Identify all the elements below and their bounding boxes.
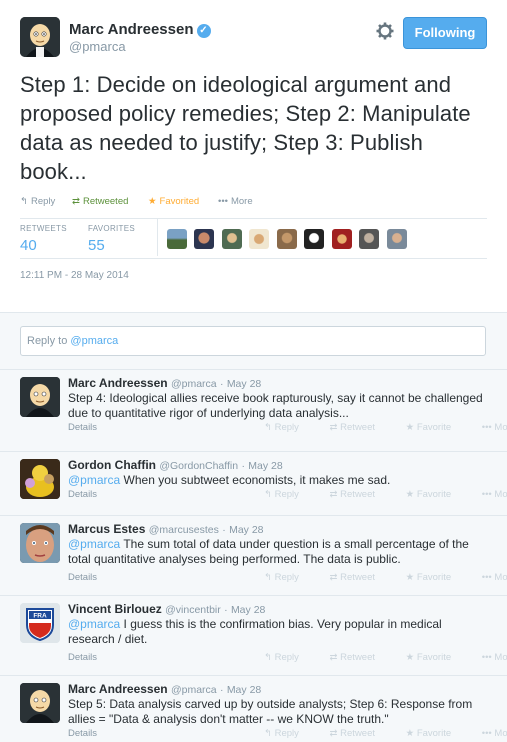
reply-tweet[interactable]: Marc Andreessen @pmarca · May 28 Step 5:… (0, 675, 507, 742)
favorite-action[interactable]: ★ Favorite (406, 572, 465, 583)
more-action[interactable]: ••• More (482, 652, 507, 663)
reply-header: Marcus Estes @marcusestes · May 28 (68, 522, 264, 536)
tweet-stats: RETWEETS 40 FAVORITES 55 (20, 218, 487, 256)
details-link[interactable]: Details (68, 728, 97, 739)
favoriter-avatar[interactable] (194, 229, 215, 249)
reply-actions: ↰ Reply ⇄ Retweet ★ Favorite ••• More (264, 572, 507, 583)
reply-text: @pmarca The sum total of data under ques… (68, 537, 469, 566)
favoriter-avatar[interactable] (249, 229, 270, 249)
divider (20, 258, 487, 259)
retweet-action[interactable]: ⇄ Retweeted (72, 196, 128, 207)
favorites-stat[interactable]: FAVORITES 55 (88, 224, 135, 254)
details-link[interactable]: Details (68, 572, 97, 583)
favorite-action[interactable]: ★ Favorite (406, 652, 465, 663)
reply-header: Marc Andreessen @pmarca · May 28 (68, 376, 262, 390)
favoriter-avatar[interactable] (331, 229, 352, 249)
tweet-actions: ↰ Reply ⇄ Retweeted ★ Favorited ••• More (20, 196, 487, 210)
replies-section: Reply to @pmarca Marc Andreessen @pmarca… (0, 312, 507, 742)
favorite-action[interactable]: ★ Favorite (406, 728, 465, 739)
reply-action[interactable]: ↰ Reply (264, 489, 313, 500)
favoriter-avatar[interactable] (276, 229, 297, 249)
reply-tweet[interactable]: Marc Andreessen @pmarca · May 28 Step 4:… (0, 369, 507, 434)
reply-text: Step 4: Ideological allies receive book … (68, 391, 483, 420)
reply-avatar[interactable] (20, 459, 60, 499)
favoriter-avatar[interactable] (221, 229, 242, 249)
reply-avatar[interactable] (20, 683, 60, 723)
favoriter-avatar[interactable] (304, 229, 325, 249)
reply-input[interactable]: Reply to @pmarca (20, 326, 486, 356)
reply-actions: ↰ Reply ⇄ Retweet ★ Favorite ••• More (264, 489, 507, 500)
divider (20, 218, 487, 219)
reply-avatar[interactable] (20, 523, 60, 563)
reply-avatar[interactable] (20, 377, 60, 417)
reply-avatar[interactable]: FRA (20, 603, 60, 643)
reply-tweet[interactable]: FRA Vincent Birlouez @vincentbir · May 2… (0, 595, 507, 675)
tweet-text: Step 1: Decide on ideological argument a… (20, 72, 471, 184)
favoriter-avatar[interactable] (167, 229, 187, 249)
favorite-action[interactable]: ★ Favorite (406, 422, 465, 433)
author-name[interactable]: Marc Andreessen ✓ (69, 21, 211, 38)
favorite-action[interactable]: ★ Favorited (148, 196, 199, 207)
more-action[interactable]: ••• More (218, 196, 253, 207)
reply-text: @pmarca When you subtweet economists, it… (68, 473, 391, 487)
more-action[interactable]: ••• More (482, 422, 507, 433)
reply-tweet[interactable]: Gordon Chaffin @GordonChaffin · May 28 @… (0, 451, 507, 515)
reply-header: Gordon Chaffin @GordonChaffin · May 28 (68, 458, 283, 472)
reply-tweet[interactable]: Marcus Estes @marcusestes · May 28 @pmar… (0, 515, 507, 595)
reply-action[interactable]: ↰ Reply (264, 728, 313, 739)
reply-text: Step 5: Data analysis carved up by outsi… (68, 697, 473, 726)
favoriter-avatar[interactable] (359, 229, 380, 249)
author-handle[interactable]: @pmarca (69, 39, 126, 54)
more-action[interactable]: ••• More (482, 489, 507, 500)
retweet-action[interactable]: ⇄ Retweet (330, 422, 389, 433)
retweet-action[interactable]: ⇄ Retweet (330, 572, 389, 583)
tweet-header: Marc Andreessen ✓ @pmarca Following (20, 17, 487, 59)
stat-separator (157, 218, 158, 256)
favorite-action[interactable]: ★ Favorite (406, 489, 465, 500)
reply-text: @pmarca I guess this is the confirmation… (68, 617, 442, 646)
retweet-action[interactable]: ⇄ Retweet (330, 652, 389, 663)
more-icon: ••• (218, 196, 228, 207)
reply-actions: ↰ Reply ⇄ Retweet ★ Favorite ••• More (264, 652, 507, 663)
reply-header: Marc Andreessen @pmarca · May 28 (68, 682, 262, 696)
author-avatar[interactable] (20, 17, 60, 57)
reply-action[interactable]: ↰ Reply (264, 422, 313, 433)
gear-icon[interactable] (375, 21, 395, 41)
more-action[interactable]: ••• More (482, 728, 507, 739)
reply-action[interactable]: ↰ Reply (264, 572, 313, 583)
tweet-timestamp[interactable]: 12:11 PM - 28 May 2014 (20, 270, 129, 281)
star-icon: ★ (148, 196, 157, 207)
reply-icon: ↰ (20, 196, 28, 207)
details-link[interactable]: Details (68, 652, 97, 663)
more-action[interactable]: ••• More (482, 572, 507, 583)
retweet-action[interactable]: ⇄ Retweet (330, 489, 389, 500)
reply-actions: ↰ Reply ⇄ Retweet ★ Favorite ••• More (264, 422, 507, 433)
details-link[interactable]: Details (68, 489, 97, 500)
reply-action[interactable]: ↰ Reply (264, 652, 313, 663)
following-button[interactable]: Following (403, 17, 487, 49)
retweet-action[interactable]: ⇄ Retweet (330, 728, 389, 739)
favoriter-avatar[interactable] (386, 229, 407, 249)
reply-action[interactable]: ↰ Reply (20, 196, 55, 207)
retweet-icon: ⇄ (72, 196, 80, 207)
favoriters-avatars (167, 229, 410, 249)
reply-header: Vincent Birlouez @vincentbir · May 28 (68, 602, 266, 616)
badge-text: FRA (33, 613, 47, 620)
retweets-stat[interactable]: RETWEETS 40 (20, 224, 67, 254)
details-link[interactable]: Details (68, 422, 97, 433)
reply-actions: ↰ Reply ⇄ Retweet ★ Favorite ••• More (264, 728, 507, 739)
verified-icon: ✓ (196, 24, 211, 38)
